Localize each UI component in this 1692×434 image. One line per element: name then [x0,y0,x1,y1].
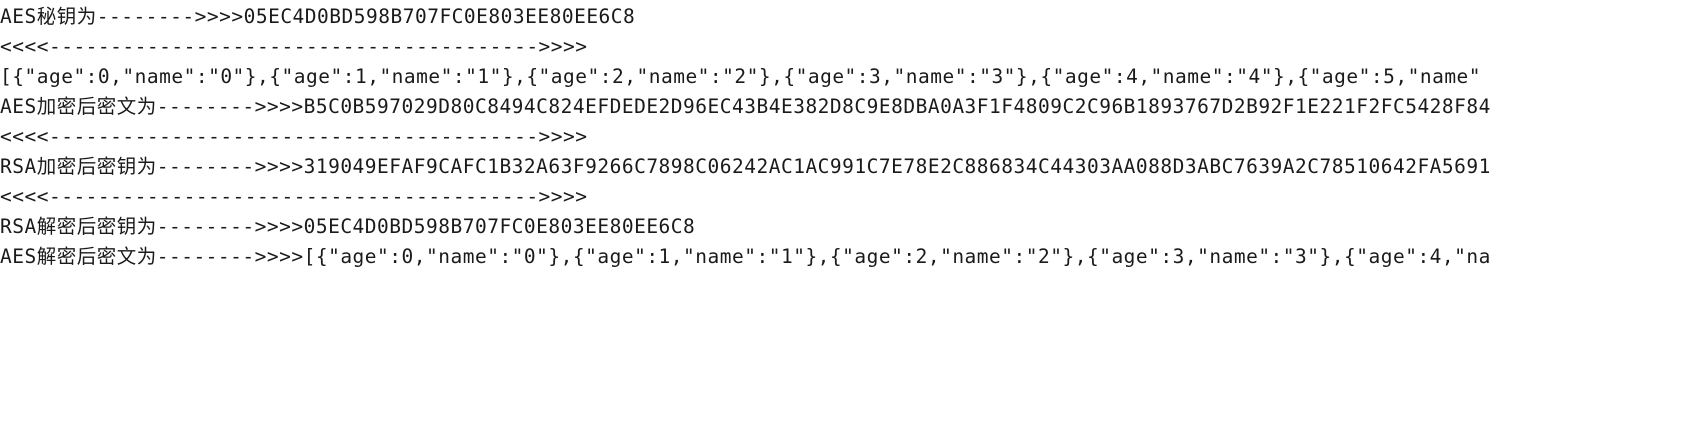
console-output: AES秘钥为-------->>>>05EC4D0BD598B707FC0E80… [0,0,1692,434]
plaintext-json-line: [{"age":0,"name":"0"},{"age":1,"name":"1… [0,65,1482,88]
aes-decrypted-text-line: AES解密后密文为-------->>>>[{"age":0,"name":"0… [0,245,1491,268]
aes-key-line: AES秘钥为-------->>>>05EC4D0BD598B707FC0E80… [0,5,636,28]
separator-line: <<<<------------------------------------… [0,35,588,58]
aes-ciphertext-line: AES加密后密文为-------->>>>B5C0B597029D80C8494… [0,95,1491,118]
separator-line: <<<<------------------------------------… [0,185,588,208]
rsa-decrypted-key-line: RSA解密后密钥为-------->>>>05EC4D0BD598B707FC0… [0,215,696,238]
rsa-encrypted-key-line: RSA加密后密钥为-------->>>>319049EFAF9CAFC1B32… [0,155,1491,178]
separator-line: <<<<------------------------------------… [0,125,588,148]
